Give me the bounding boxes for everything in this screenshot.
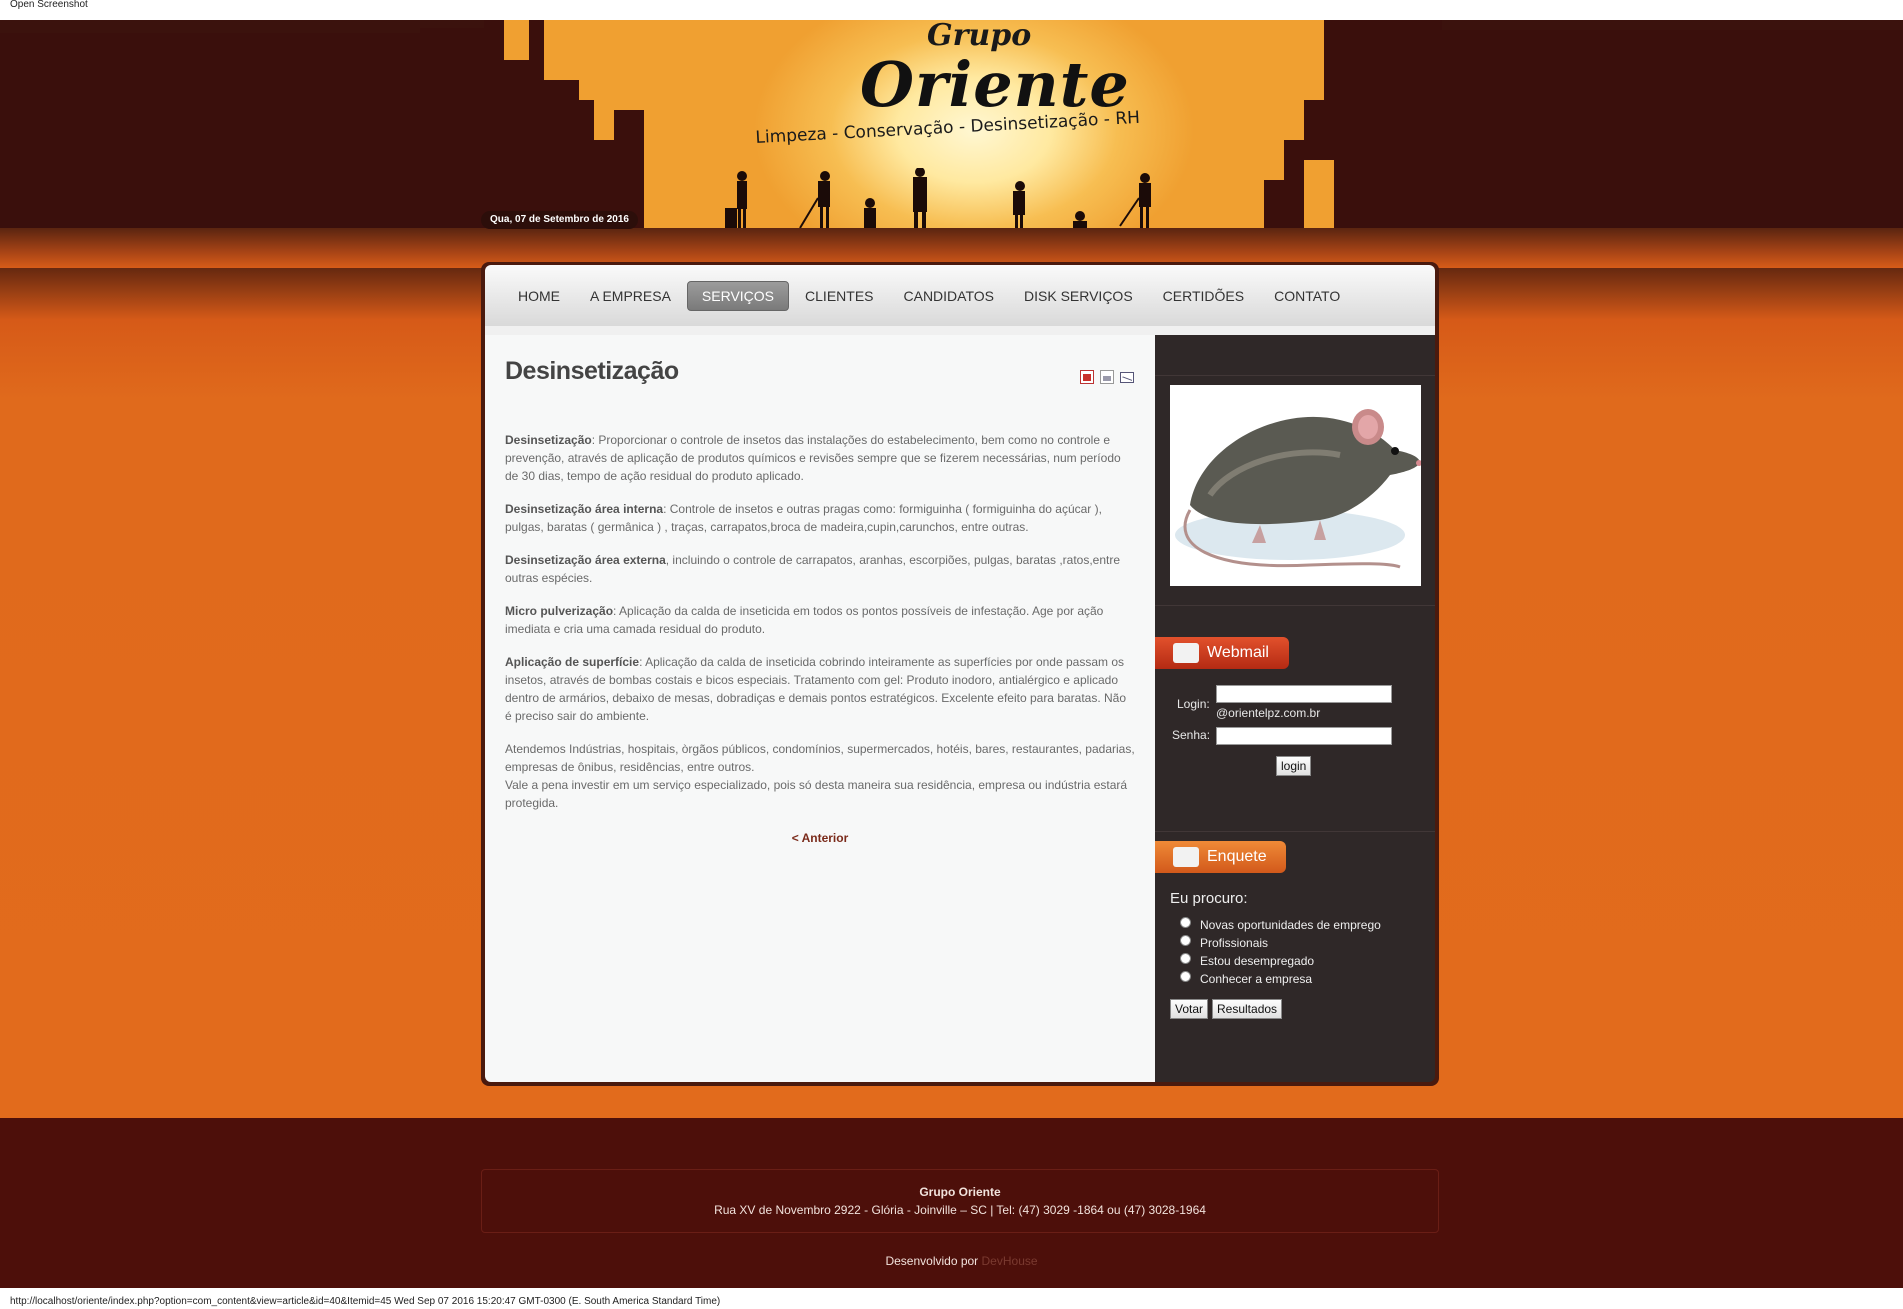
rat-image <box>1170 385 1421 586</box>
nav-item-clientes[interactable]: CLIENTES <box>791 282 887 310</box>
poll-question: Eu procuro: <box>1170 890 1248 907</box>
rat-illustration <box>1170 385 1421 586</box>
password-input[interactable] <box>1216 727 1392 745</box>
closing-line-1: Atendemos Indústrias, hospitais, òrgãos … <box>505 742 1135 774</box>
login-input[interactable] <box>1216 685 1392 703</box>
radio-button[interactable] <box>1180 916 1191 928</box>
article-content: Desinsetização Desinsetização: Proporcio… <box>485 335 1155 1082</box>
article-paragraph: Desinsetização: Proporcionar o controle … <box>505 431 1135 485</box>
status-bar: http://localhost/oriente/index.php?optio… <box>0 1288 1903 1309</box>
footer-box: Grupo Oriente Rua XV de Novembro 2922 - … <box>481 1169 1439 1233</box>
developer-link[interactable]: DevHouse <box>982 1254 1038 1268</box>
email-domain-label: @orientelpz.com.br <box>1216 706 1321 720</box>
poll-option-label: Estou desempregado <box>1200 954 1315 968</box>
footer-company: Grupo Oriente <box>919 1185 1001 1199</box>
article-paragraph: Desinsetização área externa, incluindo o… <box>505 551 1135 587</box>
paragraph-heading: Desinsetização <box>505 433 592 447</box>
window-title: Open Screenshot <box>10 0 88 10</box>
nav-item-disk-servicos[interactable]: DISK SERVIÇOS <box>1010 282 1147 310</box>
enquete-module-header: Enquete <box>1155 841 1286 873</box>
pdf-icon[interactable] <box>1080 370 1094 384</box>
developer-credit: Desenvolvido por DevHouse <box>0 1254 1903 1268</box>
poll-option-label: Conhecer a empresa <box>1200 972 1313 986</box>
closing-line-2: Vale a pena investir em um serviço espec… <box>505 778 1128 810</box>
password-label: Senha: <box>1172 728 1211 742</box>
nav-item-contato[interactable]: CONTATO <box>1260 282 1354 310</box>
results-button[interactable]: Resultados <box>1212 999 1283 1019</box>
poll-option[interactable]: Profissionais <box>1180 934 1269 950</box>
article-title: Desinsetização <box>505 357 679 385</box>
nav-item-certidoes[interactable]: CERTIDÕES <box>1149 282 1258 310</box>
envelope-icon <box>1173 643 1199 663</box>
poll-option-label: Novas oportunidades de emprego <box>1200 918 1381 932</box>
paragraph-heading: Desinsetização área externa <box>505 553 666 567</box>
radio-button[interactable] <box>1180 952 1191 964</box>
login-button[interactable]: login <box>1276 756 1312 776</box>
date-badge: Qua, 07 de Setembro de 2016 <box>481 211 638 229</box>
article-paragraph: Aplicação de superfície: Aplicação da ca… <box>505 653 1135 725</box>
paragraph-heading: Micro pulverização <box>505 604 614 618</box>
paragraph-heading: Desinsetização área interna <box>505 502 664 516</box>
pager-previous-link[interactable]: < Anterior <box>485 831 1155 845</box>
nav-item-candidatos[interactable]: CANDIDATOS <box>890 282 1009 310</box>
webmail-title: Webmail <box>1207 644 1269 661</box>
status-url: http://localhost/oriente/index.php?optio… <box>10 1296 721 1307</box>
article-closing: Atendemos Indústrias, hospitais, òrgãos … <box>505 740 1135 812</box>
sidebar-divider <box>1155 375 1435 376</box>
enquete-title: Enquete <box>1207 848 1267 865</box>
paragraph-text: : Proporcionar o controle de insetos das… <box>505 433 1121 483</box>
window-title-bar: Open Screenshot <box>0 0 1903 20</box>
webmail-module-header: Webmail <box>1155 637 1289 669</box>
footer-address: Rua XV de Novembro 2922 - Glória - Joinv… <box>714 1203 1206 1217</box>
poll-option-label: Profissionais <box>1200 936 1269 950</box>
article-paragraph: Micro pulverização: Aplicação da calda d… <box>505 602 1135 638</box>
print-icon[interactable] <box>1100 370 1114 384</box>
article-tools <box>1080 370 1134 384</box>
chat-bubble-icon <box>1173 847 1199 867</box>
developer-prefix: Desenvolvido por <box>885 1254 979 1268</box>
main-nav: HOME A EMPRESA SERVIÇOS CLIENTES CANDIDA… <box>485 265 1435 326</box>
paragraph-heading: Aplicação de superfície <box>505 655 640 669</box>
login-label: Login: <box>1177 697 1210 711</box>
sidebar-divider <box>1155 831 1435 832</box>
radio-button[interactable] <box>1180 934 1191 946</box>
sidebar: Webmail Login: @orientelpz.com.br Senha:… <box>1155 335 1435 1082</box>
nav-item-servicos[interactable]: SERVIÇOS <box>686 280 790 311</box>
poll-option[interactable]: Conhecer a empresa <box>1180 970 1313 986</box>
radio-button[interactable] <box>1180 970 1191 982</box>
nav-item-home[interactable]: HOME <box>504 282 574 310</box>
nav-item-a-empresa[interactable]: A EMPRESA <box>576 282 685 310</box>
vote-button[interactable]: Votar <box>1170 999 1209 1019</box>
sidebar-divider <box>1155 605 1435 606</box>
poll-option[interactable]: Novas oportunidades de emprego <box>1180 916 1381 932</box>
article-paragraph: Desinsetização área interna: Controle de… <box>505 500 1135 536</box>
nav-divider <box>485 326 1435 335</box>
poll-option[interactable]: Estou desempregado <box>1180 952 1315 968</box>
email-icon[interactable] <box>1120 372 1134 383</box>
article-body: Desinsetização: Proporcionar o controle … <box>505 431 1135 812</box>
